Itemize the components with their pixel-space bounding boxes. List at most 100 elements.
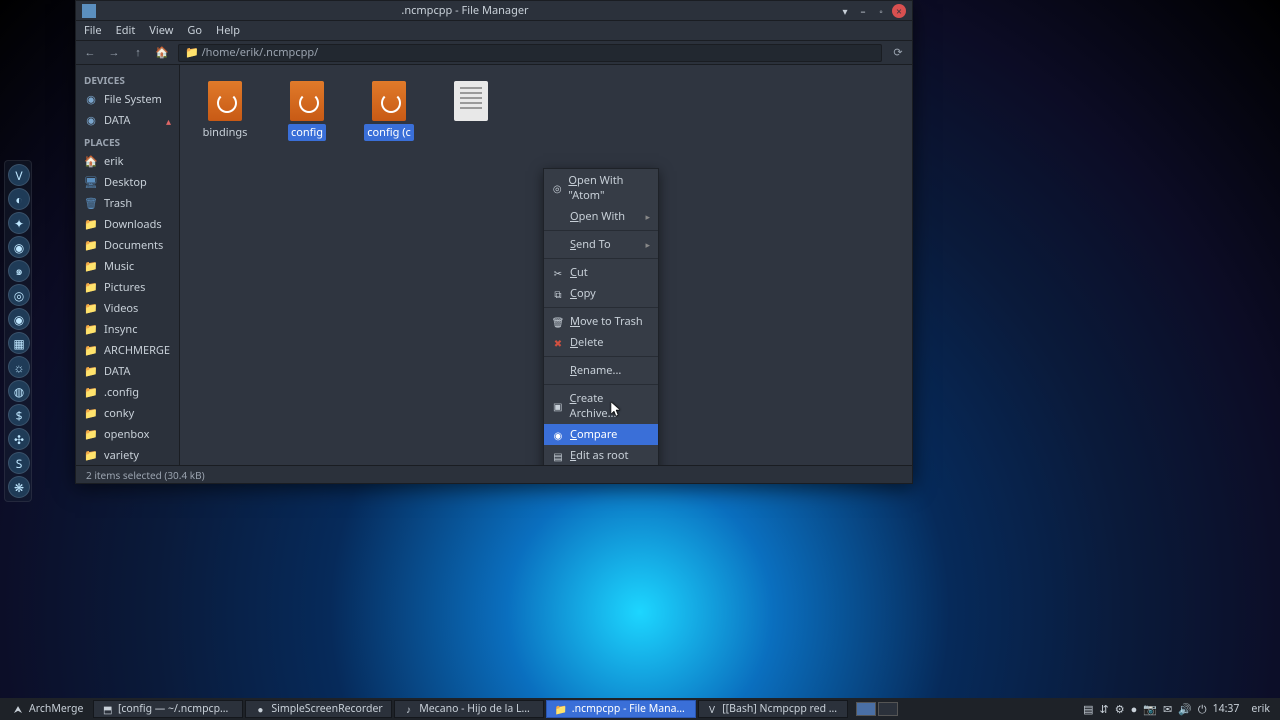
task-label: [[Bash] Ncmpcpp red and... — [722, 702, 839, 716]
task-icon: ⬒ — [102, 703, 113, 715]
sidebar-item-label: DATA — [104, 113, 130, 128]
sidebar-place[interactable]: 📁conky — [76, 403, 179, 424]
taskbar-task[interactable]: V[[Bash] Ncmpcpp red and... — [698, 700, 848, 718]
dock-app[interactable]: ◎ — [8, 284, 30, 306]
menu-item-icon: ◉ — [552, 429, 564, 441]
close-button[interactable]: × — [892, 4, 906, 18]
file-pane[interactable]: bindings config config (c ◎Open With "Atom… — [180, 65, 912, 465]
menu-item-label: Open With "Atom" — [568, 173, 650, 203]
file-icon — [208, 81, 242, 121]
tray-icon[interactable]: 📷 — [1143, 702, 1157, 717]
sidebar-item-label: Pictures — [104, 280, 145, 295]
tray-icon[interactable]: ⏻ — [1198, 702, 1207, 717]
sidebar-place[interactable]: 📁Downloads — [76, 214, 179, 235]
start-button[interactable]: ⮝ ArchMerge — [4, 700, 91, 718]
tray-icon[interactable]: ● — [1131, 702, 1138, 717]
context-menu-item[interactable]: ✂Cut — [544, 262, 658, 283]
dock-app[interactable]: $ — [8, 404, 30, 426]
context-menu-item[interactable]: ⧉Copy — [544, 283, 658, 304]
context-menu-item[interactable]: ✖Delete — [544, 332, 658, 353]
menu-view[interactable]: View — [149, 23, 173, 38]
dock-app[interactable]: ▦ — [8, 332, 30, 354]
start-label: ArchMerge — [29, 702, 83, 716]
menu-go[interactable]: Go — [187, 23, 202, 38]
forward-button[interactable]: → — [106, 45, 122, 60]
context-menu-item[interactable]: ▣Create Archive... — [544, 388, 658, 424]
eject-icon[interactable]: ▴ — [166, 114, 171, 128]
dock-app[interactable]: ◐ — [8, 188, 30, 210]
sidebar-device[interactable]: ◉DATA▴ — [76, 110, 179, 131]
tray-icon[interactable]: ▤ — [1083, 702, 1093, 717]
sidebar-place[interactable]: 📁ARCHMERGE — [76, 340, 179, 361]
file-label: config (c — [364, 124, 414, 141]
minimize2-button[interactable]: – — [856, 4, 870, 18]
context-menu-item[interactable]: 🗑Move to Trash — [544, 311, 658, 332]
dock-app[interactable]: ◉ — [8, 236, 30, 258]
file-item[interactable]: bindings — [198, 81, 252, 141]
folder-icon: 📁 — [84, 386, 98, 400]
context-menu-item[interactable]: ◎Open With "Atom" — [544, 170, 658, 206]
context-menu-item[interactable]: Send To▸ — [544, 234, 658, 255]
file-item[interactable] — [444, 81, 498, 126]
sidebar-place[interactable]: 📁Music — [76, 256, 179, 277]
tray-icon[interactable]: ✉ — [1163, 702, 1172, 717]
path-input[interactable]: 📁 /home/erik/.ncmpcpp/ — [178, 44, 882, 62]
file-item[interactable]: config (c — [362, 81, 416, 141]
taskbar-task[interactable]: ⬒[config — ~/.ncmpcpp — ... — [93, 700, 243, 718]
folder-icon: 📁 — [84, 344, 98, 358]
menu-file[interactable]: File — [84, 23, 102, 38]
file-icon — [290, 81, 324, 121]
user-label[interactable]: erik — [1251, 702, 1270, 716]
dock-app[interactable]: ◍ — [8, 380, 30, 402]
sidebar-place[interactable]: 📁.config — [76, 382, 179, 403]
workspace-switcher[interactable] — [856, 702, 898, 716]
clock[interactable]: 14:37 — [1213, 702, 1240, 716]
workspace-1[interactable] — [856, 702, 876, 716]
workspace-2[interactable] — [878, 702, 898, 716]
dock-app[interactable]: ☼ — [8, 356, 30, 378]
dock-app[interactable]: ✣ — [8, 428, 30, 450]
context-menu-item[interactable]: ◉Compare — [544, 424, 658, 445]
sidebar-place[interactable]: 📁DATA — [76, 361, 179, 382]
taskbar-task[interactable]: 📁.ncmpcpp - File Manager — [546, 700, 696, 718]
sidebar-place[interactable]: 🖥Desktop — [76, 172, 179, 193]
tray-icon[interactable]: ⚙ — [1115, 702, 1125, 717]
maximize-button[interactable]: ◦ — [874, 4, 888, 18]
dock-app[interactable]: ✦ — [8, 212, 30, 234]
context-menu-item[interactable]: Rename... — [544, 360, 658, 381]
sidebar-place[interactable]: 📁variety — [76, 445, 179, 465]
sidebar-place[interactable]: 📁Videos — [76, 298, 179, 319]
sidebar-device[interactable]: ◉File System — [76, 89, 179, 110]
menu-help[interactable]: Help — [216, 23, 240, 38]
menu-item-icon — [552, 239, 564, 251]
back-button[interactable]: ← — [82, 45, 98, 60]
dock-app[interactable]: S — [8, 452, 30, 474]
sidebar-place[interactable]: 📁Insync — [76, 319, 179, 340]
sidebar-place[interactable]: 📁 Pictures — [76, 277, 179, 298]
refresh-button[interactable]: ⟳ — [890, 45, 906, 60]
dock-app[interactable]: ◉ — [8, 308, 30, 330]
titlebar[interactable]: .ncmpcpp - File Manager ▾ – ◦ × — [76, 1, 912, 21]
menu-edit[interactable]: Edit — [116, 23, 136, 38]
sidebar-place[interactable]: 🏠erik — [76, 151, 179, 172]
taskbar-task[interactable]: ●SimpleScreenRecorder — [245, 700, 391, 718]
minimize-button[interactable]: ▾ — [838, 4, 852, 18]
sidebar-place[interactable]: 📁Documents — [76, 235, 179, 256]
context-menu-item[interactable]: Open With▸ — [544, 206, 658, 227]
sidebar-place[interactable]: 🗑Trash — [76, 193, 179, 214]
dock-app[interactable]: ๑ — [8, 260, 30, 282]
context-menu-item[interactable]: ▤Edit as root — [544, 445, 658, 465]
home-button[interactable]: 🏠 — [154, 45, 170, 60]
tray-icon[interactable]: 🔊 — [1178, 702, 1192, 717]
folder-icon: 📁 — [84, 281, 98, 295]
file-item[interactable]: config — [280, 81, 334, 141]
up-button[interactable]: ↑ — [130, 45, 146, 60]
taskbar-task[interactable]: ♪Mecano - Hijo de la Luna — [394, 700, 544, 718]
sidebar-place[interactable]: 📁openbox — [76, 424, 179, 445]
dock-app[interactable]: V — [8, 164, 30, 186]
folder-icon: 📁 — [84, 218, 98, 232]
app-icon — [82, 4, 96, 18]
tray-icon[interactable]: ⇵ — [1100, 702, 1109, 717]
menu-item-icon — [552, 365, 564, 377]
dock-app[interactable]: ❋ — [8, 476, 30, 498]
